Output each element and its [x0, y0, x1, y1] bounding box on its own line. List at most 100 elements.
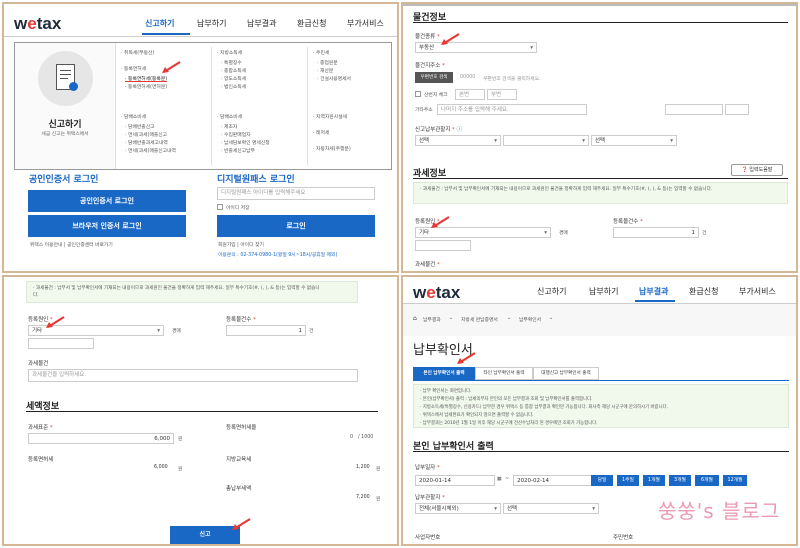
menu-item[interactable]: · 제조자 — [221, 123, 237, 130]
date-from-input[interactable]: 2020-01-14 — [415, 475, 495, 486]
menu-item[interactable]: · 건설사용명세서 — [317, 75, 351, 82]
total-label: 총납부세액 — [226, 486, 252, 492]
menu-item[interactable]: · 종합소득세 — [221, 67, 246, 74]
remember-checkbox[interactable] — [217, 204, 223, 210]
agency-select-2[interactable] — [503, 135, 589, 146]
agency-select[interactable]: 전체(서울시체외) — [415, 503, 501, 514]
nav-extra[interactable]: 부가서비스 — [739, 286, 776, 297]
browser-cert-login-button[interactable]: 브라우저 인증서 로그인 — [28, 215, 186, 237]
panel-object-info: 물건정보 물건종류 * 부동산 물건지주소 * 우편번호 검색 00000 우편… — [401, 2, 798, 273]
menu-car-tax[interactable]: · 자동차세(주행분) — [313, 145, 351, 152]
login-button[interactable]: 로그인 — [217, 215, 375, 237]
menu-item[interactable]: · 면세(과세)매출신고내역 — [125, 147, 176, 154]
menu-item[interactable]: · 종업원분 — [317, 59, 338, 66]
help-button[interactable]: ❓ 입력도움말 — [731, 164, 783, 176]
wetax-logo[interactable]: wetax — [413, 283, 460, 303]
bu-input[interactable]: 부번 — [487, 89, 517, 100]
menu-item[interactable]: · 면세(과세)매출신고 — [125, 131, 167, 138]
home-icon[interactable]: ⌂ — [413, 315, 417, 322]
left-links[interactable]: 위택스 이용안내 | 공인인증센터 바로가기 — [30, 241, 113, 248]
hero-title: 신고하기 — [48, 120, 82, 130]
cause-extra-input[interactable] — [28, 338, 94, 349]
san-label: 산번지 체크 — [424, 93, 448, 98]
nav-pay[interactable]: 납부하기 — [589, 286, 618, 297]
breadcrumb-3[interactable]: 납부확인서 — [519, 316, 541, 323]
bon-input[interactable]: 본번 — [455, 89, 485, 100]
range-button[interactable]: 6개월 — [695, 475, 719, 486]
agency-select-1[interactable]: 선택 — [415, 135, 501, 146]
contact-phone: 이용문의 : 02-374-0980-1(평일 9시~18시/공휴일 제외) — [218, 253, 338, 258]
nav-result[interactable]: 납부결과 — [247, 18, 276, 29]
menu-reg-tax[interactable]: · 등록면허세 — [121, 65, 146, 72]
obj-input[interactable]: 과세물건을 입력하세요. — [28, 369, 358, 382]
menu-reg-tax-registration[interactable]: · 등록면허세(등록분) — [125, 75, 167, 82]
menu-item[interactable]: · 특별징수 — [221, 59, 242, 66]
menu-item[interactable]: · 담배반출신고 — [125, 123, 155, 130]
menu-acq-tax[interactable]: · 취득세(부동산) — [121, 49, 154, 56]
menu-item[interactable]: · 수입판매업자 — [221, 131, 251, 138]
cert-login-button[interactable]: 공인인증서 로그인 — [28, 190, 186, 212]
menu-item[interactable]: · 담배반출과세고내역 — [125, 139, 168, 146]
nav-refund[interactable]: 환급신청 — [297, 18, 326, 29]
menu-item[interactable]: · 납세담보확인 명세신청 — [221, 139, 270, 146]
object-kind-select[interactable]: 부동산 — [415, 42, 537, 53]
menu-tobacco2[interactable]: · 담배소비세 — [217, 113, 242, 120]
reg-count-input[interactable]: 1 — [613, 227, 699, 238]
calendar-icon[interactable]: ▦ — [497, 477, 502, 482]
gyeong-label: 경매 — [172, 329, 181, 334]
divider — [4, 36, 397, 37]
won-unit: 원 — [376, 467, 381, 472]
menu-item[interactable]: · 반출세신고납부 — [221, 147, 255, 154]
notice-box: · 과세물건 : 납부서 및 납부확인서에 기재되는 내용이므로 과세원인 물건… — [26, 281, 358, 303]
date-to-input[interactable]: 2020-02-14 — [513, 475, 593, 486]
tab-other-certificate[interactable]: 타인 납부확인서 출력 — [475, 367, 533, 380]
nav-extra[interactable]: 부가서비스 — [347, 18, 384, 29]
menu-regional[interactable]: · 지역자원시설세 — [313, 113, 347, 120]
hero-subtitle: 세금 신고는 위택스에서 — [41, 132, 89, 137]
menu-resident[interactable]: · 주민세 — [313, 49, 329, 56]
agency-select-3[interactable]: 선택 — [591, 135, 677, 146]
san-checkbox[interactable] — [415, 91, 421, 97]
reg-count-input[interactable]: 1 — [226, 325, 306, 336]
breadcrumb-2[interactable]: 지방세 완납증명서 — [461, 316, 498, 323]
rate-unit: / 1000 — [358, 435, 374, 440]
range-button[interactable]: 12개월 — [723, 475, 747, 486]
nav-pay[interactable]: 납부하기 — [197, 18, 226, 29]
menu-reg-tax-license[interactable]: · 등록면허세(면허분) — [125, 83, 167, 90]
notice-text: · 과세물건 : 납부서 및 납부확인서에 기재되는 내용이므로 과세원인 물건… — [33, 286, 320, 298]
agency-sub-select[interactable]: 선택 — [503, 503, 599, 514]
nav-result[interactable]: 납부결과 — [639, 286, 668, 297]
menu-local-income[interactable]: · 지방소득세 — [217, 49, 242, 56]
addr-extra-1[interactable] — [665, 104, 723, 115]
menu-tobacco[interactable]: · 담배소비세 — [121, 113, 146, 120]
cause-extra-input[interactable] — [415, 240, 471, 251]
menu-item[interactable]: · 법인소득세 — [221, 83, 246, 90]
menu-leisure[interactable]: · 레저세 — [313, 129, 329, 136]
chevron-down-icon[interactable]: ⌄ — [549, 316, 553, 321]
range-button[interactable]: 당일 — [591, 475, 613, 486]
nav-refund[interactable]: 환급신청 — [689, 286, 718, 297]
red-arrow-icon — [232, 518, 251, 530]
std-input[interactable]: 6,000 — [28, 433, 174, 444]
menu-item[interactable]: · 재산분 — [317, 67, 333, 74]
chevron-down-icon[interactable]: ⌄ — [449, 316, 453, 321]
tab-self-certificate[interactable]: 본인 납부확인서 출력 — [413, 367, 475, 380]
range-button[interactable]: 1개월 — [643, 475, 665, 486]
range-button[interactable]: 3개월 — [669, 475, 691, 486]
zip-search-button[interactable]: 우편번호 검색 — [415, 72, 453, 83]
right-links[interactable]: 회원가입 | 아이디 찾기 — [218, 241, 264, 248]
wetax-logo[interactable]: wetax — [14, 14, 61, 34]
range-button[interactable]: 1주일 — [617, 475, 639, 486]
menu-item[interactable]: · 양도소득세 — [221, 75, 246, 82]
onepass-id-input[interactable]: 디지털원패스 아이디를 입력해주세요 — [217, 187, 375, 200]
other-addr-input[interactable]: 나머지 주소를 입력해 주세요. — [437, 104, 587, 115]
breadcrumb-1[interactable]: 납부결과 — [423, 316, 441, 323]
tax-value: 6,000 — [154, 465, 168, 470]
chevron-down-icon[interactable]: ⌄ — [507, 316, 511, 321]
nav-declare[interactable]: 신고하기 — [537, 286, 566, 297]
addr-extra-2[interactable] — [725, 104, 749, 115]
notice-box: · 과세물건 : 납부서 및 납부확인서에 기재되는 내용이므로 과세원인 물건… — [413, 182, 788, 204]
nav-declare[interactable]: 신고하기 — [145, 18, 174, 29]
tab-agency-certificate[interactable]: 대행신고 납부확인서 출력 — [533, 367, 599, 380]
notice-line: · 본인(납부확인서) 출력 : 납세의무자 본인의 모든 납부결과 조회 및 … — [420, 397, 593, 402]
